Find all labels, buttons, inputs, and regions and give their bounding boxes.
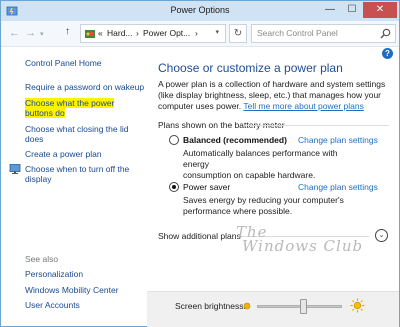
breadcrumb-separator[interactable]: › [195, 28, 198, 38]
see-also-heading: See also [25, 254, 59, 264]
see-also-user-accounts[interactable]: User Accounts [25, 300, 80, 310]
section-divider [243, 125, 389, 126]
breadcrumb-overflow[interactable]: « [98, 28, 103, 38]
close-button[interactable]: ✕ [363, 2, 397, 18]
see-also-mobility-center[interactable]: Windows Mobility Center [25, 285, 119, 295]
breadcrumb-item-hardware[interactable]: Hard... [107, 28, 133, 38]
forward-icon[interactable]: → [25, 27, 36, 39]
minimize-button[interactable]: — [319, 2, 341, 18]
watermark: The Windows Club [236, 225, 364, 255]
search-icon[interactable] [380, 28, 391, 39]
address-dropdown-icon[interactable]: ▾ [215, 28, 219, 36]
monitor-icon [9, 164, 21, 174]
title-bar[interactable]: Power Options — ☐ ✕ [1, 1, 399, 21]
sidebar-item-create-power-plan[interactable]: Create a power plan [25, 149, 102, 159]
sidebar-item-label: does [25, 134, 44, 144]
sidebar-item-require-password[interactable]: Require a password on wakeup [25, 82, 144, 92]
brightness-slider-thumb[interactable] [300, 299, 308, 314]
sidebar-item-label: display [25, 174, 52, 184]
description-line: (like display brightness, sleep, etc.) t… [158, 90, 382, 100]
watermark-line: Windows Club [242, 237, 364, 255]
change-plan-settings-balanced[interactable]: Change plan settings [298, 135, 378, 145]
sidebar-item-label: Choose what the power [25, 98, 115, 108]
tell-me-more-link[interactable]: Tell me more about power plans [243, 101, 363, 111]
see-also-personalization[interactable]: Personalization [25, 269, 83, 279]
up-icon[interactable]: ↑ [65, 26, 70, 37]
brightness-label: Screen brightness: [175, 301, 246, 311]
plan-description-power-saver: Saves energy by reducing your computer's… [183, 195, 353, 217]
plan-description-balanced: Automatically balances performance with … [183, 148, 353, 181]
expand-chevron-icon[interactable]: ⌄ [375, 229, 388, 242]
recent-pages-icon[interactable]: ▾ [40, 29, 44, 41]
breadcrumb[interactable]: « Hard... › Power Opt... › ▾ [80, 24, 226, 43]
brightness-bar: Screen brightness: [147, 291, 399, 327]
page-description: A power plan is a collection of hardware… [158, 79, 388, 112]
breadcrumb-separator[interactable]: › [136, 28, 139, 38]
back-icon[interactable]: ← [9, 27, 20, 39]
sidebar-item-label: Require a password on wakeup [25, 82, 145, 92]
brightness-low-icon [243, 302, 251, 310]
help-icon[interactable]: ? [382, 48, 393, 59]
radio-power-saver[interactable] [169, 182, 179, 192]
refresh-button[interactable]: ↻ [229, 24, 247, 43]
sidebar-item-closing-lid[interactable]: Choose what closing the lid does [25, 124, 128, 144]
sidebar-item-label: Choose what closing the lid [25, 124, 129, 134]
power-options-window: Power Options — ☐ ✕ ← → ▾ ↑ « Hard... › … [0, 0, 400, 327]
plan-description-line: performance where possible. [183, 206, 293, 216]
plan-description-line: consumption on capable hardware. [183, 170, 316, 180]
plan-description-line: Automatically balances performance with … [183, 148, 338, 169]
plan-description-line: Saves energy by reducing your computer's [183, 195, 344, 205]
search-input[interactable]: Search Control Panel [251, 24, 396, 43]
plan-name-power-saver[interactable]: Power saver [183, 182, 230, 192]
page-title: Choose or customize a power plan [158, 61, 343, 75]
sidebar-item-label: Create a power plan [25, 149, 102, 159]
address-bar: ← → ▾ ↑ « Hard... › Power Opt... › ▾ ↻ S… [1, 21, 399, 47]
control-panel-icon [85, 30, 95, 38]
description-line: A power plan is a collection of hardware… [158, 79, 386, 89]
sidebar-item-power-buttons[interactable]: Choose what the power buttons do [25, 98, 115, 118]
search-placeholder: Search Control Panel [257, 28, 338, 38]
radio-balanced[interactable] [169, 135, 179, 145]
sidebar-item-label: buttons do [25, 108, 65, 118]
breadcrumb-item-power-options[interactable]: Power Opt... [143, 28, 190, 38]
sidebar-item-control-panel-home[interactable]: Control Panel Home [25, 58, 102, 68]
show-additional-plans-label[interactable]: Show additional plans [158, 231, 241, 241]
sidebar-item-label: Choose when to turn off the [25, 164, 130, 174]
brightness-high-icon [350, 298, 365, 313]
change-plan-settings-power-saver[interactable]: Change plan settings [298, 182, 378, 192]
sidebar-item-turn-off-display[interactable]: Choose when to turn off the display [25, 164, 129, 184]
description-line: computer uses power. [158, 101, 242, 111]
plan-name-balanced[interactable]: Balanced (recommended) [183, 135, 287, 145]
maximize-button[interactable]: ☐ [341, 2, 363, 18]
